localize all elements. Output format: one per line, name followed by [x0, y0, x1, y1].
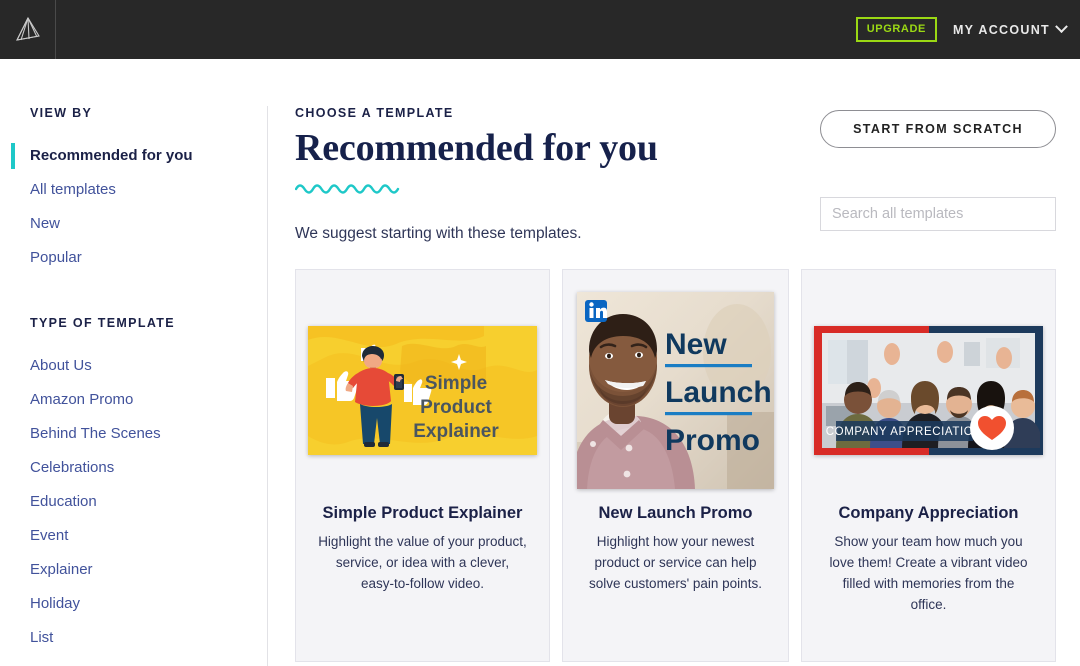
sidebar-item-explainer[interactable]: Explainer — [0, 553, 268, 587]
template-card-new-launch-promo[interactable]: New Launch Promo New Launch Promo Highli… — [562, 268, 789, 662]
sidebar-item-recommended-for-you[interactable]: Recommended for you — [0, 139, 268, 173]
page-body: VIEW BY Recommended for you All template… — [0, 59, 1080, 666]
sidebar: VIEW BY Recommended for you All template… — [0, 59, 268, 666]
upgrade-button[interactable]: UPGRADE — [855, 17, 937, 42]
template-card-title: Simple Product Explainer — [322, 503, 523, 522]
sidebar-item-label: All templates — [30, 181, 116, 198]
my-account-menu[interactable]: MY ACCOUNT — [952, 20, 1068, 37]
thumbnail-new-launch-promo: New Launch Promo — [577, 292, 774, 490]
main-header-left: CHOOSE A TEMPLATE Recommended for you We… — [294, 106, 820, 243]
page-title: Recommended for you — [295, 127, 658, 169]
chevron-down-icon — [1055, 20, 1068, 34]
sidebar-item-event[interactable]: Event — [0, 519, 268, 553]
page-subtitle: We suggest starting with these templates… — [295, 224, 582, 242]
template-card-simple-product-explainer[interactable]: Simple Product Explainer Simple Product … — [295, 268, 550, 662]
template-thumbnail-wrapper: New Launch Promo — [575, 284, 776, 498]
linkedin-icon — [585, 300, 607, 323]
thumbnail-company-appreciation: COMPANY APPRECIATION — [814, 326, 1043, 456]
sidebar-item-label: Education — [30, 493, 97, 510]
sidebar-item-celebrations[interactable]: Celebrations — [0, 451, 268, 485]
sidebar-item-amazon-promo[interactable]: Amazon Promo — [0, 383, 268, 417]
template-card-description: Show your team how much you love them! C… — [829, 533, 1028, 612]
breadcrumb-eyebrow: CHOOSE A TEMPLATE — [295, 106, 454, 120]
sidebar-item-education[interactable]: Education — [0, 485, 268, 519]
sidebar-item-label: Event — [30, 527, 69, 544]
sidebar-item-about-us[interactable]: About Us — [0, 349, 268, 383]
fan-triangle-logo-icon — [13, 15, 43, 45]
svg-text:Launch: Launch — [665, 376, 772, 409]
sidebar-item-label: Amazon Promo — [30, 391, 134, 408]
sidebar-item-label: Popular — [30, 249, 82, 266]
sidebar-item-holiday[interactable]: Holiday — [0, 587, 268, 621]
template-card-description: Highlight how your newest product or ser… — [589, 533, 762, 591]
sidebar-item-label: Explainer — [30, 561, 93, 578]
template-card-description: Highlight the value of your product, ser… — [318, 533, 527, 591]
sidebar-item-label: List — [30, 629, 54, 646]
template-thumbnail-wrapper: COMPANY APPRECIATION — [814, 284, 1043, 498]
search-input[interactable] — [820, 197, 1056, 231]
svg-text:COMPANY APPRECIATION: COMPANY APPRECIATION — [826, 426, 982, 438]
template-card-title: New Launch Promo — [598, 503, 753, 522]
sidebar-item-list[interactable]: List — [0, 621, 268, 655]
thumbnail-simple-product-explainer: Simple Product Explainer — [308, 326, 537, 456]
template-card-company-appreciation[interactable]: COMPANY APPRECIATION Company Appreciatio… — [801, 268, 1056, 662]
wavy-underline-decoration — [294, 181, 820, 195]
svg-text:Promo: Promo — [665, 424, 760, 457]
main-header: CHOOSE A TEMPLATE Recommended for you We… — [294, 106, 1056, 243]
app-logo[interactable] — [0, 0, 56, 59]
heart-icon — [970, 406, 1014, 451]
template-card-grid: Simple Product Explainer Simple Product … — [295, 268, 1056, 662]
sidebar-item-label: Recommended for you — [30, 147, 193, 164]
sidebar-item-label: Celebrations — [30, 459, 115, 476]
start-from-scratch-button[interactable]: START FROM SCRATCH — [820, 110, 1056, 148]
sidebar-item-label: About Us — [30, 357, 92, 374]
sidebar-item-popular[interactable]: Popular — [0, 241, 268, 275]
svg-text:Simple: Simple — [425, 373, 487, 394]
sidebar-item-label: Behind The Scenes — [30, 425, 161, 442]
sidebar-heading-type-of-template: TYPE OF TEMPLATE — [30, 316, 175, 330]
main-header-right: START FROM SCRATCH — [820, 106, 1056, 231]
template-card-title: Company Appreciation — [838, 503, 1019, 522]
sidebar-item-new[interactable]: New — [0, 207, 268, 241]
svg-text:Product: Product — [420, 397, 492, 418]
my-account-label: MY ACCOUNT — [952, 22, 1050, 37]
main-content: CHOOSE A TEMPLATE Recommended for you We… — [268, 59, 1080, 666]
sidebar-item-behind-the-scenes[interactable]: Behind The Scenes — [0, 417, 268, 451]
sidebar-item-label: Holiday — [30, 595, 81, 612]
nav-right-group: UPGRADE MY ACCOUNT — [855, 0, 1080, 59]
sidebar-item-label: New — [30, 215, 61, 232]
sidebar-heading-view-by: VIEW BY — [30, 106, 93, 120]
top-navigation-bar: UPGRADE MY ACCOUNT — [0, 0, 1080, 59]
template-thumbnail-wrapper: Simple Product Explainer — [308, 284, 537, 498]
svg-text:Explainer: Explainer — [413, 421, 499, 442]
svg-text:New: New — [665, 328, 727, 361]
sidebar-item-all-templates[interactable]: All templates — [0, 173, 268, 207]
